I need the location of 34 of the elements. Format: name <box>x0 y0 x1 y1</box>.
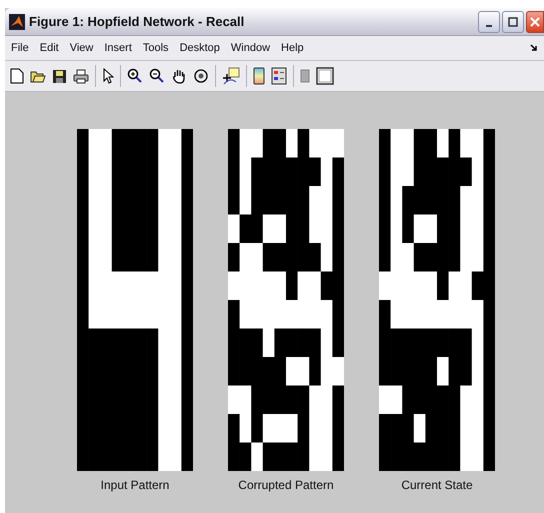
menu-item[interactable]: View <box>70 42 94 54</box>
show-tools-icon[interactable] <box>316 67 334 85</box>
hand-icon[interactable] <box>171 68 187 84</box>
app-icon <box>9 14 25 30</box>
zoom-in-icon[interactable] <box>127 68 143 84</box>
close-icon <box>530 16 540 26</box>
menu-item[interactable]: Insert <box>104 42 132 54</box>
dock-arrow-icon[interactable] <box>530 44 538 52</box>
data-cursor-icon[interactable] <box>222 67 240 85</box>
pointer-icon[interactable] <box>102 68 114 84</box>
new-file-icon[interactable] <box>10 68 24 84</box>
menu-item[interactable]: Tools <box>142 42 169 54</box>
menu-item[interactable]: Desktop <box>180 42 220 54</box>
colorbar-icon[interactable] <box>253 67 265 85</box>
menu-item[interactable]: Window <box>230 42 270 54</box>
pattern-label: Current State <box>401 478 473 492</box>
hide-tools-icon[interactable] <box>300 68 310 84</box>
pattern-label: Input Pattern <box>100 478 170 492</box>
minimize-icon <box>486 24 492 26</box>
menu-item[interactable]: File <box>11 42 29 54</box>
maximize-icon <box>508 16 518 26</box>
zoom-out-icon[interactable] <box>149 68 165 84</box>
save-icon[interactable] <box>52 68 67 84</box>
menu-item[interactable]: Help <box>281 42 304 54</box>
maximize-button[interactable] <box>502 10 524 32</box>
close-button[interactable] <box>526 10 544 32</box>
minimize-button[interactable] <box>478 10 500 32</box>
pattern-label: Corrupted Pattern <box>238 478 334 492</box>
folder-icon[interactable] <box>30 69 46 83</box>
menu-item[interactable]: Edit <box>40 42 59 54</box>
printer-icon[interactable] <box>73 68 89 84</box>
window-title: Figure 1: Hopfield Network - Recall <box>29 14 246 29</box>
legend-icon[interactable] <box>271 67 287 85</box>
rotate-icon[interactable] <box>193 68 209 84</box>
